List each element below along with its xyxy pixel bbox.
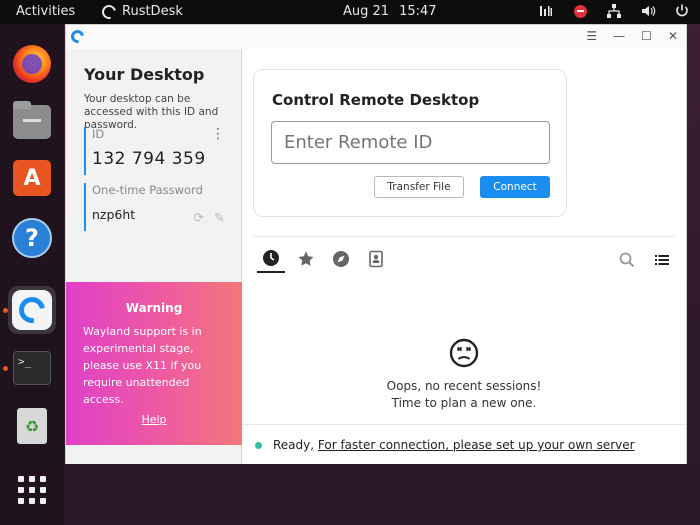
status-ready: Ready,	[273, 438, 318, 452]
status-text: Ready, For faster connection, please set…	[273, 438, 635, 452]
warning-title: Warning	[125, 301, 183, 315]
app-grid-icon	[18, 476, 46, 504]
do-not-disturb-icon[interactable]	[572, 3, 588, 19]
dock-terminal[interactable]: >_	[8, 344, 56, 392]
dock-software-store[interactable]: A	[8, 154, 56, 202]
refresh-password-icon[interactable]: ⟳	[193, 211, 204, 226]
dock-help[interactable]: ?	[8, 214, 56, 262]
more-options-icon[interactable]: ⋮	[211, 127, 225, 141]
connect-button[interactable]: Connect	[480, 176, 550, 198]
tabs-divider	[253, 236, 675, 237]
server-setup-link[interactable]: For faster connection, please set up you…	[318, 438, 635, 452]
dock-files[interactable]	[8, 98, 56, 146]
sad-face-icon	[449, 338, 479, 368]
clock-time: 15:47	[399, 4, 437, 19]
maximize-icon[interactable]: ☐	[641, 29, 652, 43]
wayland-warning: Warning Wayland support is in experiment…	[66, 282, 242, 445]
files-icon	[13, 101, 51, 139]
id-block: ID 132 794 359 ⋮	[84, 127, 229, 175]
warning-help-link[interactable]: Help	[66, 413, 242, 426]
software-store-icon: A	[13, 160, 51, 196]
dock-rustdesk[interactable]	[8, 286, 56, 334]
your-desktop-title: Your Desktop	[84, 65, 205, 84]
close-icon[interactable]: ✕	[668, 29, 678, 43]
trash-icon: ♻	[17, 408, 47, 444]
app-menu-label: RustDesk	[122, 4, 183, 19]
control-remote-card: Control Remote Desktop Transfer File Con…	[253, 69, 567, 217]
search-icon	[619, 252, 635, 268]
search-button[interactable]	[616, 249, 638, 271]
star-icon	[298, 251, 314, 266]
main-panel: Control Remote Desktop Transfer File Con…	[242, 49, 686, 464]
session-tabs	[253, 245, 675, 275]
volume-icon[interactable]	[640, 3, 656, 19]
top-bar: Activities RustDesk Aug 21 15:47	[0, 0, 700, 24]
tab-discovered[interactable]	[327, 245, 355, 273]
terminal-icon: >_	[13, 351, 51, 385]
dock-trash[interactable]: ♻	[8, 402, 56, 450]
warning-text: Wayland support is in experimental stage…	[83, 325, 202, 406]
address-book-icon	[369, 250, 383, 268]
system-tray	[538, 3, 690, 19]
clock-icon	[263, 250, 279, 266]
id-label: ID	[92, 127, 105, 141]
dock: A ? >_ ♻	[0, 24, 64, 525]
status-indicator	[255, 442, 262, 449]
control-remote-title: Control Remote Desktop	[272, 91, 480, 109]
window-controls: ☰ — ☐ ✕	[586, 29, 678, 43]
edit-password-icon[interactable]: ✎	[214, 211, 225, 226]
empty-sessions-message: Oops, no recent sessions!	[386, 379, 542, 393]
dock-show-applications[interactable]	[8, 466, 56, 514]
rustdesk-window: ☰ — ☐ ✕ Your Desktop Your desktop can be…	[65, 24, 687, 464]
minimize-icon[interactable]: —	[613, 29, 625, 43]
accessibility-icon[interactable]	[538, 3, 554, 19]
clock-date: Aug 21	[343, 4, 390, 19]
compass-icon	[333, 251, 349, 267]
sidebar: Your Desktop Your desktop can be accesse…	[66, 49, 242, 464]
status-bar: Ready, For faster connection, please set…	[242, 424, 686, 464]
password-actions: ⟳ ✎	[193, 211, 225, 226]
app-menu[interactable]: RustDesk	[99, 1, 183, 22]
tab-favorites[interactable]	[292, 245, 320, 273]
rustdesk-logo-icon	[68, 27, 87, 46]
list-view-icon	[655, 255, 669, 265]
dock-firefox[interactable]	[8, 40, 56, 88]
remote-id-input[interactable]	[271, 121, 550, 164]
title-bar[interactable]: ☰ — ☐ ✕	[66, 25, 686, 49]
power-icon[interactable]	[674, 3, 690, 19]
password-block: One-time Password nzp6ht ⟳ ✎	[84, 183, 229, 231]
tab-address-book[interactable]	[362, 245, 390, 273]
tab-recent-sessions[interactable]	[257, 245, 285, 273]
rustdesk-icon	[12, 290, 52, 330]
menu-icon[interactable]: ☰	[586, 29, 597, 43]
firefox-icon	[13, 45, 51, 83]
transfer-file-button[interactable]: Transfer File	[374, 176, 464, 198]
activities-button[interactable]: Activities	[16, 4, 75, 19]
id-value[interactable]: 132 794 359	[92, 149, 229, 169]
rustdesk-app-icon	[99, 1, 119, 22]
clock[interactable]: Aug 21 15:47	[343, 4, 437, 19]
help-icon: ?	[12, 218, 52, 258]
network-icon[interactable]	[606, 3, 622, 19]
password-label: One-time Password	[92, 183, 203, 197]
empty-sessions-hint: Time to plan a new one.	[391, 396, 537, 410]
view-toggle-button[interactable]	[651, 249, 673, 271]
